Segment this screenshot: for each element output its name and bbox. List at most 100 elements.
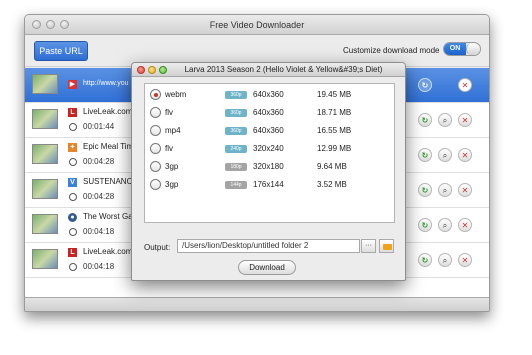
- clock-icon: [69, 123, 77, 131]
- download-icon[interactable]: ↻: [418, 253, 432, 267]
- youtube-icon: ▶: [68, 80, 77, 89]
- liveleak-icon: L: [68, 108, 77, 117]
- search-icon[interactable]: ⌕: [438, 113, 452, 127]
- format-radio[interactable]: [150, 125, 161, 136]
- more-options-button[interactable]: ···: [361, 239, 376, 253]
- remove-icon[interactable]: ✕: [458, 183, 472, 197]
- video-duration: 00:04:18: [83, 262, 115, 271]
- remove-icon[interactable]: ✕: [458, 253, 472, 267]
- format-option[interactable]: 3gp 144p 176x144 3.52 MB: [145, 176, 394, 194]
- globe-icon: ●: [68, 213, 77, 222]
- clock-icon: [69, 228, 77, 236]
- format-option[interactable]: mp4 360p 640x360 16.55 MB: [145, 122, 394, 140]
- format-name: 3gp: [165, 180, 179, 189]
- remove-icon[interactable]: ✕: [458, 218, 472, 232]
- video-url: http://www.you: [83, 80, 129, 87]
- minimize-dialog-icon[interactable]: [148, 66, 156, 74]
- search-icon[interactable]: ⌕: [438, 253, 452, 267]
- dialog-titlebar: Larva 2013 Season 2 (Hello Violet & Yell…: [132, 63, 405, 77]
- window-title: Free Video Downloader: [209, 20, 305, 30]
- output-path-field[interactable]: /Users/lion/Desktop/untitled folder 2: [177, 239, 360, 253]
- video-duration: 00:04:18: [83, 227, 115, 236]
- window-controls: [32, 20, 69, 29]
- format-option[interactable]: 3gp 180p 320x180 9.64 MB: [145, 158, 394, 176]
- close-dialog-icon[interactable]: [137, 66, 145, 74]
- video-thumbnail: [32, 74, 58, 94]
- format-name: mp4: [165, 126, 181, 135]
- format-resolution: 640x360: [253, 90, 284, 99]
- video-duration: 00:04:28: [83, 192, 115, 201]
- dialog-title: Larva 2013 Season 2 (Hello Violet & Yell…: [184, 65, 383, 74]
- format-option[interactable]: flv 360p 640x360 18.71 MB: [145, 104, 394, 122]
- format-resolution: 320x180: [253, 162, 284, 171]
- video-source: Epic Meal Tim: [83, 142, 134, 151]
- format-resolution: 640x360: [253, 108, 284, 117]
- video-thumbnail: [32, 249, 58, 269]
- close-window-icon[interactable]: [32, 20, 41, 29]
- remove-icon[interactable]: ✕: [458, 148, 472, 162]
- video-thumbnail: [32, 179, 58, 199]
- paste-url-button[interactable]: Paste URL: [34, 41, 88, 61]
- toggle-knob: [466, 43, 480, 55]
- choose-folder-button[interactable]: [379, 239, 394, 253]
- output-label: Output:: [144, 243, 171, 252]
- format-size: 12.99 MB: [317, 144, 352, 153]
- search-icon[interactable]: ⌕: [438, 183, 452, 197]
- remove-icon[interactable]: ✕: [458, 78, 472, 92]
- quality-badge: 360p: [225, 109, 247, 117]
- clock-icon: [69, 193, 77, 201]
- download-icon[interactable]: ↻: [418, 113, 432, 127]
- customize-mode-toggle[interactable]: ON: [443, 42, 481, 56]
- format-size: 3.52 MB: [317, 180, 347, 189]
- video-duration: 00:01:44: [83, 122, 115, 131]
- format-radio[interactable]: [150, 107, 161, 118]
- liveleak-icon: L: [68, 248, 77, 257]
- video-duration: 00:04:28: [83, 157, 115, 166]
- zoom-dialog-icon[interactable]: [159, 66, 167, 74]
- format-list: webm 360p 640x360 19.45 MB flv 360p 640x…: [144, 83, 395, 223]
- window-titlebar: Free Video Downloader: [25, 15, 489, 35]
- video-source: LiveLeak.com: [83, 247, 133, 256]
- format-dialog: Larva 2013 Season 2 (Hello Violet & Yell…: [131, 62, 406, 281]
- download-icon[interactable]: ↻: [418, 183, 432, 197]
- format-name: 3gp: [165, 162, 179, 171]
- zoom-window-icon[interactable]: [60, 20, 69, 29]
- video-source: SUSTENANCE: [83, 177, 138, 186]
- download-icon[interactable]: ↻: [418, 218, 432, 232]
- video-thumbnail: [32, 144, 58, 164]
- epic-meal-icon: ✦: [68, 143, 77, 152]
- format-resolution: 640x360: [253, 126, 284, 135]
- quality-badge: 240p: [225, 145, 247, 153]
- video-thumbnail: [32, 214, 58, 234]
- clock-icon: [69, 158, 77, 166]
- download-icon[interactable]: ↻: [418, 148, 432, 162]
- quality-badge: 360p: [225, 127, 247, 135]
- format-radio[interactable]: [150, 89, 161, 100]
- format-radio[interactable]: [150, 179, 161, 190]
- video-source: LiveLeak.com: [83, 107, 133, 116]
- format-name: flv: [165, 144, 173, 153]
- video-thumbnail: [32, 109, 58, 129]
- toggle-on-label: ON: [444, 43, 466, 55]
- video-source: The Worst Ga: [83, 212, 133, 221]
- search-icon[interactable]: ⌕: [438, 218, 452, 232]
- search-icon[interactable]: ⌕: [438, 148, 452, 162]
- format-size: 9.64 MB: [317, 162, 347, 171]
- quality-badge: 144p: [225, 181, 247, 189]
- minimize-window-icon[interactable]: [46, 20, 55, 29]
- format-size: 18.71 MB: [317, 108, 352, 117]
- format-size: 19.45 MB: [317, 90, 352, 99]
- format-option[interactable]: flv 240p 320x240 12.99 MB: [145, 140, 394, 158]
- refresh-icon[interactable]: ↻: [418, 78, 432, 92]
- format-radio[interactable]: [150, 143, 161, 154]
- format-resolution: 176x144: [253, 180, 284, 189]
- customize-mode-label: Customize download mode: [343, 46, 440, 55]
- format-name: webm: [165, 90, 187, 99]
- download-button[interactable]: Download: [238, 260, 296, 275]
- format-name: flv: [165, 108, 173, 117]
- clock-icon: [69, 263, 77, 271]
- format-radio[interactable]: [150, 161, 161, 172]
- remove-icon[interactable]: ✕: [458, 113, 472, 127]
- quality-badge: 180p: [225, 163, 247, 171]
- format-option[interactable]: webm 360p 640x360 19.45 MB: [145, 86, 394, 104]
